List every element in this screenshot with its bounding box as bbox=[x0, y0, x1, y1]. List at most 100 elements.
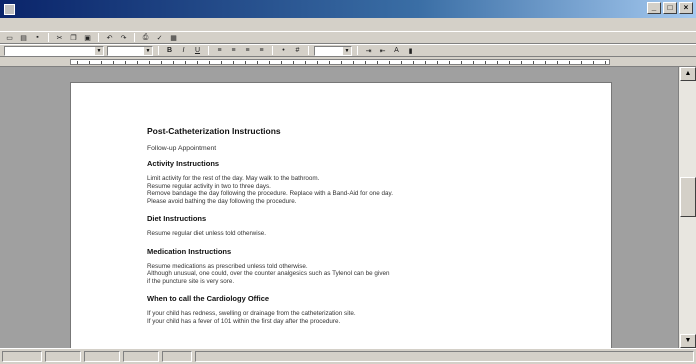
scroll-down-icon[interactable]: ▼ bbox=[680, 334, 696, 348]
ruler-tick bbox=[365, 61, 366, 64]
ruler-tick bbox=[185, 61, 186, 64]
font-size-select[interactable]: ▼ bbox=[107, 45, 153, 56]
style-select[interactable]: ▼ bbox=[4, 45, 104, 56]
ruler-tick bbox=[221, 61, 222, 64]
status-extra bbox=[123, 351, 159, 362]
section-heading: Activity Instructions bbox=[147, 159, 220, 168]
section-heading: Medication Instructions bbox=[147, 246, 232, 256]
document-area: Post-Catheterization Instructions Follow… bbox=[0, 67, 678, 348]
chevron-down-icon: ▼ bbox=[144, 46, 152, 55]
section-heading: When to call the Cardiology Office bbox=[147, 294, 270, 303]
save-icon[interactable]: ▪ bbox=[32, 33, 43, 42]
align-left-icon[interactable]: ≡ bbox=[214, 46, 225, 55]
document-subtitle: Follow-up Appointment bbox=[147, 145, 217, 152]
scroll-thumb[interactable] bbox=[680, 177, 696, 217]
numbering-icon[interactable]: # bbox=[292, 46, 303, 55]
window-controls: _ □ × bbox=[647, 2, 693, 14]
vertical-scrollbar[interactable]: ▲ ▼ bbox=[678, 67, 696, 348]
status-message bbox=[195, 351, 694, 362]
ruler-tick bbox=[521, 61, 522, 64]
ruler-tick bbox=[329, 61, 330, 64]
cut-icon[interactable]: ✂ bbox=[54, 33, 65, 42]
document-section: Diet Instructions Resume regular diet unl… bbox=[147, 214, 611, 238]
indent-icon[interactable]: ⇥ bbox=[363, 46, 374, 55]
underline-icon[interactable]: U bbox=[192, 46, 203, 55]
document-page[interactable]: Post-Catheterization Instructions Follow… bbox=[70, 82, 612, 348]
ruler-tick bbox=[89, 61, 90, 64]
ruler-tick bbox=[317, 61, 318, 64]
ruler-tick bbox=[101, 61, 102, 64]
ruler-tick bbox=[509, 61, 510, 64]
document-section: Medication Instructions Resume medication… bbox=[147, 247, 611, 286]
ruler[interactable] bbox=[0, 57, 696, 67]
ruler-tick bbox=[293, 61, 294, 64]
ruler-tick bbox=[389, 61, 390, 64]
formatting-toolbar: ▼ ▼ B I U ≡ ≡ ≡ ≡ • # ▼ ⇥ ⇤ A ▮ bbox=[0, 44, 696, 57]
section-line: if the puncture site is very sore. bbox=[147, 277, 235, 285]
ruler-tick bbox=[557, 61, 558, 64]
ruler-tick bbox=[533, 61, 534, 64]
document-section: When to call the Cardiology Office If you… bbox=[147, 294, 611, 325]
standard-toolbar: ▭ ▤ ▪ ✂ ❐ ▣ ↶ ↷ ⎙ ✓ ▦ bbox=[0, 31, 696, 44]
document-title: Post-Catheterization Instructions bbox=[147, 126, 281, 136]
ruler-tick bbox=[569, 61, 570, 64]
justify-icon[interactable]: ≡ bbox=[256, 46, 267, 55]
ruler-tick bbox=[233, 61, 234, 64]
highlight-icon[interactable]: ▮ bbox=[405, 46, 416, 55]
section-heading: Diet Instructions bbox=[147, 214, 207, 223]
spell-check-icon[interactable]: ✓ bbox=[154, 33, 165, 42]
ruler-tick bbox=[269, 61, 270, 64]
maximize-button[interactable]: □ bbox=[663, 2, 677, 14]
ruler-tick bbox=[605, 61, 606, 64]
status-col bbox=[84, 351, 120, 362]
app-icon bbox=[4, 3, 15, 15]
font-color-icon[interactable]: A bbox=[391, 46, 402, 55]
bold-icon[interactable]: B bbox=[164, 46, 175, 55]
ruler-tick bbox=[245, 61, 246, 64]
section-line: Resume regular activity in two to three … bbox=[147, 182, 271, 190]
minimize-button[interactable]: _ bbox=[647, 2, 661, 14]
undo-icon[interactable]: ↶ bbox=[104, 33, 115, 42]
ruler-tick bbox=[485, 61, 486, 64]
toolbar-separator bbox=[272, 46, 273, 55]
print-icon[interactable]: ⎙ bbox=[140, 33, 151, 42]
new-file-icon[interactable]: ▭ bbox=[4, 33, 15, 42]
zoom-select[interactable]: ▼ bbox=[314, 45, 352, 56]
align-center-icon[interactable]: ≡ bbox=[228, 46, 239, 55]
scroll-up-icon[interactable]: ▲ bbox=[680, 67, 696, 81]
redo-icon[interactable]: ↷ bbox=[118, 33, 129, 42]
chevron-down-icon: ▼ bbox=[343, 46, 351, 55]
ruler-tick bbox=[197, 61, 198, 64]
document-body: Activity Instructions Limit activity for … bbox=[147, 159, 611, 325]
outdent-icon[interactable]: ⇤ bbox=[377, 46, 388, 55]
ruler-tick bbox=[257, 61, 258, 64]
ruler-tick bbox=[377, 61, 378, 64]
toolbar-separator bbox=[158, 46, 159, 55]
ruler-tick bbox=[437, 61, 438, 64]
ruler-tick bbox=[413, 61, 414, 64]
section-line: Resume medications as prescribed unless … bbox=[147, 262, 308, 270]
title-bar: _ □ × bbox=[0, 0, 696, 18]
ruler-tick bbox=[401, 61, 402, 64]
section-line: Resume regular diet unless told otherwis… bbox=[147, 230, 267, 237]
section-line: If your child has a fever of 101 within … bbox=[147, 317, 341, 325]
section-line: Limit activity for the rest of the day. … bbox=[147, 175, 320, 182]
ruler-tick bbox=[113, 61, 114, 64]
toolbar-separator bbox=[308, 46, 309, 55]
table-icon[interactable]: ▦ bbox=[168, 33, 179, 42]
bullets-icon[interactable]: • bbox=[278, 46, 289, 55]
toolbar-separator bbox=[134, 33, 135, 42]
paste-icon[interactable]: ▣ bbox=[82, 33, 93, 42]
align-right-icon[interactable]: ≡ bbox=[242, 46, 253, 55]
copy-icon[interactable]: ❐ bbox=[68, 33, 79, 42]
close-button[interactable]: × bbox=[679, 2, 693, 14]
toolbar-separator bbox=[208, 46, 209, 55]
section-line: Although unusual, one could, over the co… bbox=[147, 270, 390, 277]
ruler-tick bbox=[125, 61, 126, 64]
open-folder-icon[interactable]: ▤ bbox=[18, 33, 29, 42]
italic-icon[interactable]: I bbox=[178, 46, 189, 55]
ruler-tick bbox=[581, 61, 582, 64]
ruler-tick bbox=[425, 61, 426, 64]
section-line: Remove bandage the day following the pro… bbox=[147, 190, 393, 197]
ruler-tick bbox=[341, 61, 342, 64]
